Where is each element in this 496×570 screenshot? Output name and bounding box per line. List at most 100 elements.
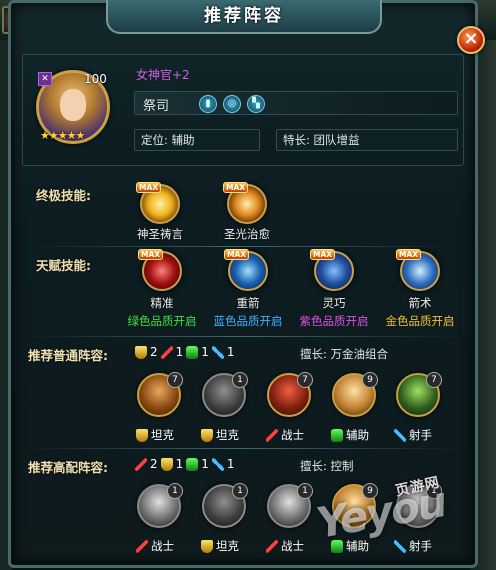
section-divider bbox=[22, 448, 462, 449]
hero-slot-level: 7 bbox=[297, 372, 313, 388]
max-badge: MAX bbox=[310, 249, 336, 260]
warrior-icon bbox=[160, 345, 173, 359]
ultimate-skill-name: 圣光治愈 bbox=[224, 227, 270, 241]
specialty-label: 特长: bbox=[283, 133, 310, 147]
warrior-icon bbox=[136, 539, 148, 553]
talent-skill-icon[interactable]: MAX bbox=[396, 249, 440, 291]
team-hero-slot[interactable]: 1 bbox=[202, 372, 248, 417]
role-label: 坦克 bbox=[151, 428, 174, 442]
role-label: 射手 bbox=[409, 539, 432, 553]
strength-value: 万金油组合 bbox=[330, 347, 389, 361]
talent-skill-name: 灵巧 bbox=[322, 296, 346, 310]
role-label: 辅助 bbox=[346, 428, 369, 442]
hero-role: 辅助 bbox=[331, 427, 369, 443]
talent-unlock-text: 蓝色品质开启 bbox=[213, 314, 283, 328]
talent-skill-icon[interactable]: MAX bbox=[138, 249, 182, 291]
hero-face-image bbox=[60, 89, 86, 121]
specialty-value: 团队增益 bbox=[313, 133, 360, 147]
hero-role: 坦克 bbox=[201, 538, 239, 554]
warrior-icon bbox=[135, 457, 147, 471]
tank-icon bbox=[135, 345, 147, 359]
warrior-icon bbox=[266, 539, 278, 553]
role-label: 战士 bbox=[281, 428, 304, 442]
hero-role: 战士 bbox=[266, 427, 304, 443]
talent-skill-icon[interactable]: MAX bbox=[310, 249, 354, 291]
hero-role: 战士 bbox=[266, 538, 304, 554]
team-hero-slot[interactable]: 7 bbox=[267, 372, 313, 417]
hero-slot-level: 9 bbox=[362, 372, 378, 388]
section-divider bbox=[22, 336, 462, 337]
hero-class: 祭司 bbox=[143, 99, 170, 114]
archer-count: 1 bbox=[226, 457, 235, 471]
hero-slot-level: 7 bbox=[167, 372, 183, 388]
talent-unlock-text: 紫色品质开启 bbox=[299, 314, 369, 328]
archer-icon bbox=[394, 539, 406, 553]
hero-role: 射手 bbox=[394, 538, 432, 554]
hero-level: 100 bbox=[84, 72, 107, 86]
boot-icon[interactable]: ▚ bbox=[247, 95, 265, 113]
ultimate-skills-label: 终极技能: bbox=[36, 188, 91, 203]
position-label: 定位: bbox=[141, 133, 168, 147]
high-team-label: 推荐高配阵容: bbox=[28, 460, 108, 475]
support-icon bbox=[186, 345, 199, 359]
normal-team-composition: 2 1 1 1 bbox=[135, 345, 235, 359]
target-icon[interactable]: ◎ bbox=[223, 95, 241, 113]
warrior-count: 1 bbox=[175, 345, 184, 359]
role-label: 坦克 bbox=[216, 428, 239, 442]
role-label: 战士 bbox=[281, 539, 304, 553]
talent-skill-name: 精准 bbox=[150, 296, 174, 310]
hero-name: 女神官+2 bbox=[136, 68, 190, 82]
team-hero-slot[interactable]: 7 bbox=[396, 372, 442, 417]
tank-count: 1 bbox=[175, 457, 184, 471]
hero-role: 战士 bbox=[136, 538, 174, 554]
archer-count: 1 bbox=[226, 345, 235, 359]
team-hero-slot[interactable]: 1 bbox=[202, 483, 248, 528]
tank-icon bbox=[201, 539, 213, 553]
hero-role: 射手 bbox=[394, 427, 432, 443]
support-count: 1 bbox=[201, 457, 209, 471]
warrior-count: 2 bbox=[150, 457, 158, 471]
team-hero-slot[interactable]: 7 bbox=[137, 372, 183, 417]
warrior-icon bbox=[266, 428, 278, 442]
tank-icon bbox=[136, 428, 148, 442]
hero-stars: ★★★★★ bbox=[40, 129, 85, 142]
rank-corner-icon: ✕ bbox=[38, 72, 52, 86]
role-label: 射手 bbox=[409, 428, 432, 442]
talent-unlock-text: 金色品质开启 bbox=[385, 314, 455, 328]
tank-icon bbox=[160, 457, 173, 471]
hero-slot-level: 1 bbox=[232, 372, 248, 388]
team-hero-slot[interactable]: 9 bbox=[332, 372, 378, 417]
talent-skill-name: 箭术 bbox=[408, 296, 432, 310]
talent-unlock-text: 绿色品质开启 bbox=[127, 314, 197, 328]
archer-icon bbox=[211, 457, 224, 471]
team-hero-slot[interactable]: 1 bbox=[137, 483, 183, 528]
team-hero-slot[interactable]: 1 bbox=[267, 483, 313, 528]
max-badge: MAX bbox=[138, 249, 164, 260]
support-count: 1 bbox=[201, 345, 209, 359]
max-badge: MAX bbox=[136, 182, 162, 193]
ultimate-skill-icon[interactable]: MAX bbox=[136, 182, 180, 224]
close-button[interactable]: × bbox=[457, 26, 485, 54]
ultimate-skill-icon[interactable]: MAX bbox=[223, 182, 267, 224]
hero-role: 坦克 bbox=[201, 427, 239, 443]
tank-count: 2 bbox=[150, 345, 158, 359]
hero-class-row: 祭司 ▮ ◎ ▚ bbox=[134, 91, 458, 115]
normal-team-label: 推荐普通阵容: bbox=[28, 348, 108, 363]
hero-slot-level: 1 bbox=[232, 483, 248, 499]
high-team-composition: 2 1 1 1 bbox=[135, 457, 235, 471]
archer-icon bbox=[211, 345, 224, 359]
strength-label: 擅长: bbox=[300, 459, 327, 473]
hero-slot-level: 1 bbox=[297, 483, 313, 499]
strength-label: 擅长: bbox=[300, 347, 327, 361]
normal-team-strength: 擅长: 万金油组合 bbox=[300, 346, 388, 362]
max-badge: MAX bbox=[224, 249, 250, 260]
role-label: 战士 bbox=[151, 539, 174, 553]
support-icon bbox=[186, 457, 199, 471]
talent-skill-name: 重箭 bbox=[236, 296, 260, 310]
talent-skills-label: 天赋技能: bbox=[36, 258, 91, 273]
book-icon[interactable]: ▮ bbox=[199, 95, 217, 113]
talent-skill-icon[interactable]: MAX bbox=[224, 249, 268, 291]
position-field: 定位: 辅助 bbox=[134, 129, 260, 151]
strength-value: 控制 bbox=[330, 459, 354, 473]
dialog-title: 推荐阵容 bbox=[106, 0, 382, 34]
